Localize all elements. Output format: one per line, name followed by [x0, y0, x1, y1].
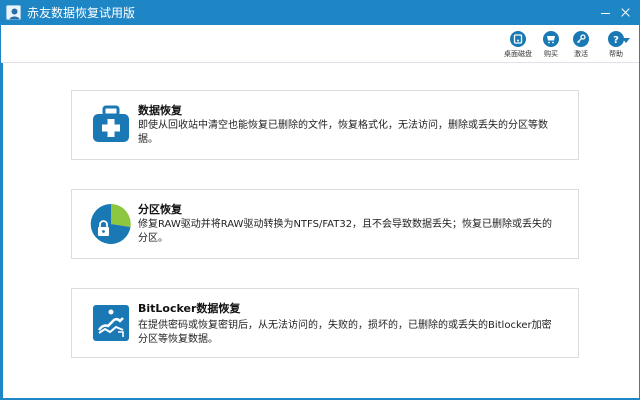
data-recovery-card[interactable]: 数据恢复 即使从回收站中清空也能恢复已删除的文件，恢复格式化，无法访问，删除或丢…	[71, 90, 579, 160]
cart-icon	[543, 31, 559, 47]
title-bar[interactable]: 赤友数据恢复试用版	[1, 1, 639, 25]
data-recovery-desc: 即使从回收站中清空也能恢复已删除的文件，恢复格式化，无法访问，删除或丢失的分区等…	[138, 120, 548, 145]
activate-button[interactable]: 激活	[569, 31, 593, 61]
app-logo-icon	[6, 5, 21, 20]
partition-recovery-desc: 修复RAW驱动并将RAW驱动转换为NTFS/FAT32，且不会导致数据丢失；恢复…	[138, 219, 553, 244]
window-title: 赤友数据恢复试用版	[27, 6, 136, 20]
partition-recovery-card[interactable]: 分区恢复 修复RAW驱动并将RAW驱动转换为NTFS/FAT32，且不会导致数据…	[71, 189, 579, 259]
medical-kit-icon	[90, 104, 132, 146]
help-label: 帮助	[609, 50, 623, 58]
bitlocker-key-icon	[90, 302, 132, 344]
activate-label: 激活	[574, 50, 588, 58]
buy-button[interactable]: 购买	[539, 31, 563, 61]
bitlocker-recovery-title: BitLocker数据恢复	[138, 302, 241, 315]
help-dropdown-arrow-icon[interactable]	[622, 38, 630, 43]
data-recovery-title: 数据恢复	[138, 104, 182, 117]
partition-pie-icon	[90, 203, 132, 245]
buy-label: 购买	[544, 50, 558, 58]
toolbar: 桌面磁盘 购买 激活 ? 帮助	[1, 25, 639, 63]
desktop-disk-label: 桌面磁盘	[504, 50, 532, 58]
svg-text:?: ?	[613, 35, 619, 46]
help-button[interactable]: ? 帮助	[599, 31, 633, 61]
partition-recovery-title: 分区恢复	[138, 203, 182, 216]
app-window: 赤友数据恢复试用版 桌面磁盘 购买 激活 ? 帮助 数据恢复 即使从回收站中清空…	[0, 0, 640, 400]
disk-icon	[510, 31, 526, 47]
bitlocker-recovery-card[interactable]: BitLocker数据恢复 在提供密码或恢复密钥后，从无法访问的，失败的，损坏的…	[71, 288, 579, 358]
minimize-button[interactable]	[597, 4, 615, 22]
desktop-disk-button[interactable]: 桌面磁盘	[501, 31, 535, 61]
key-icon	[573, 31, 589, 47]
close-button[interactable]	[617, 4, 635, 22]
bitlocker-recovery-desc: 在提供密码或恢复密钥后，从无法访问的，失败的，损坏的，已删除的或丢失的Bitlo…	[138, 320, 552, 345]
left-border	[1, 63, 3, 400]
